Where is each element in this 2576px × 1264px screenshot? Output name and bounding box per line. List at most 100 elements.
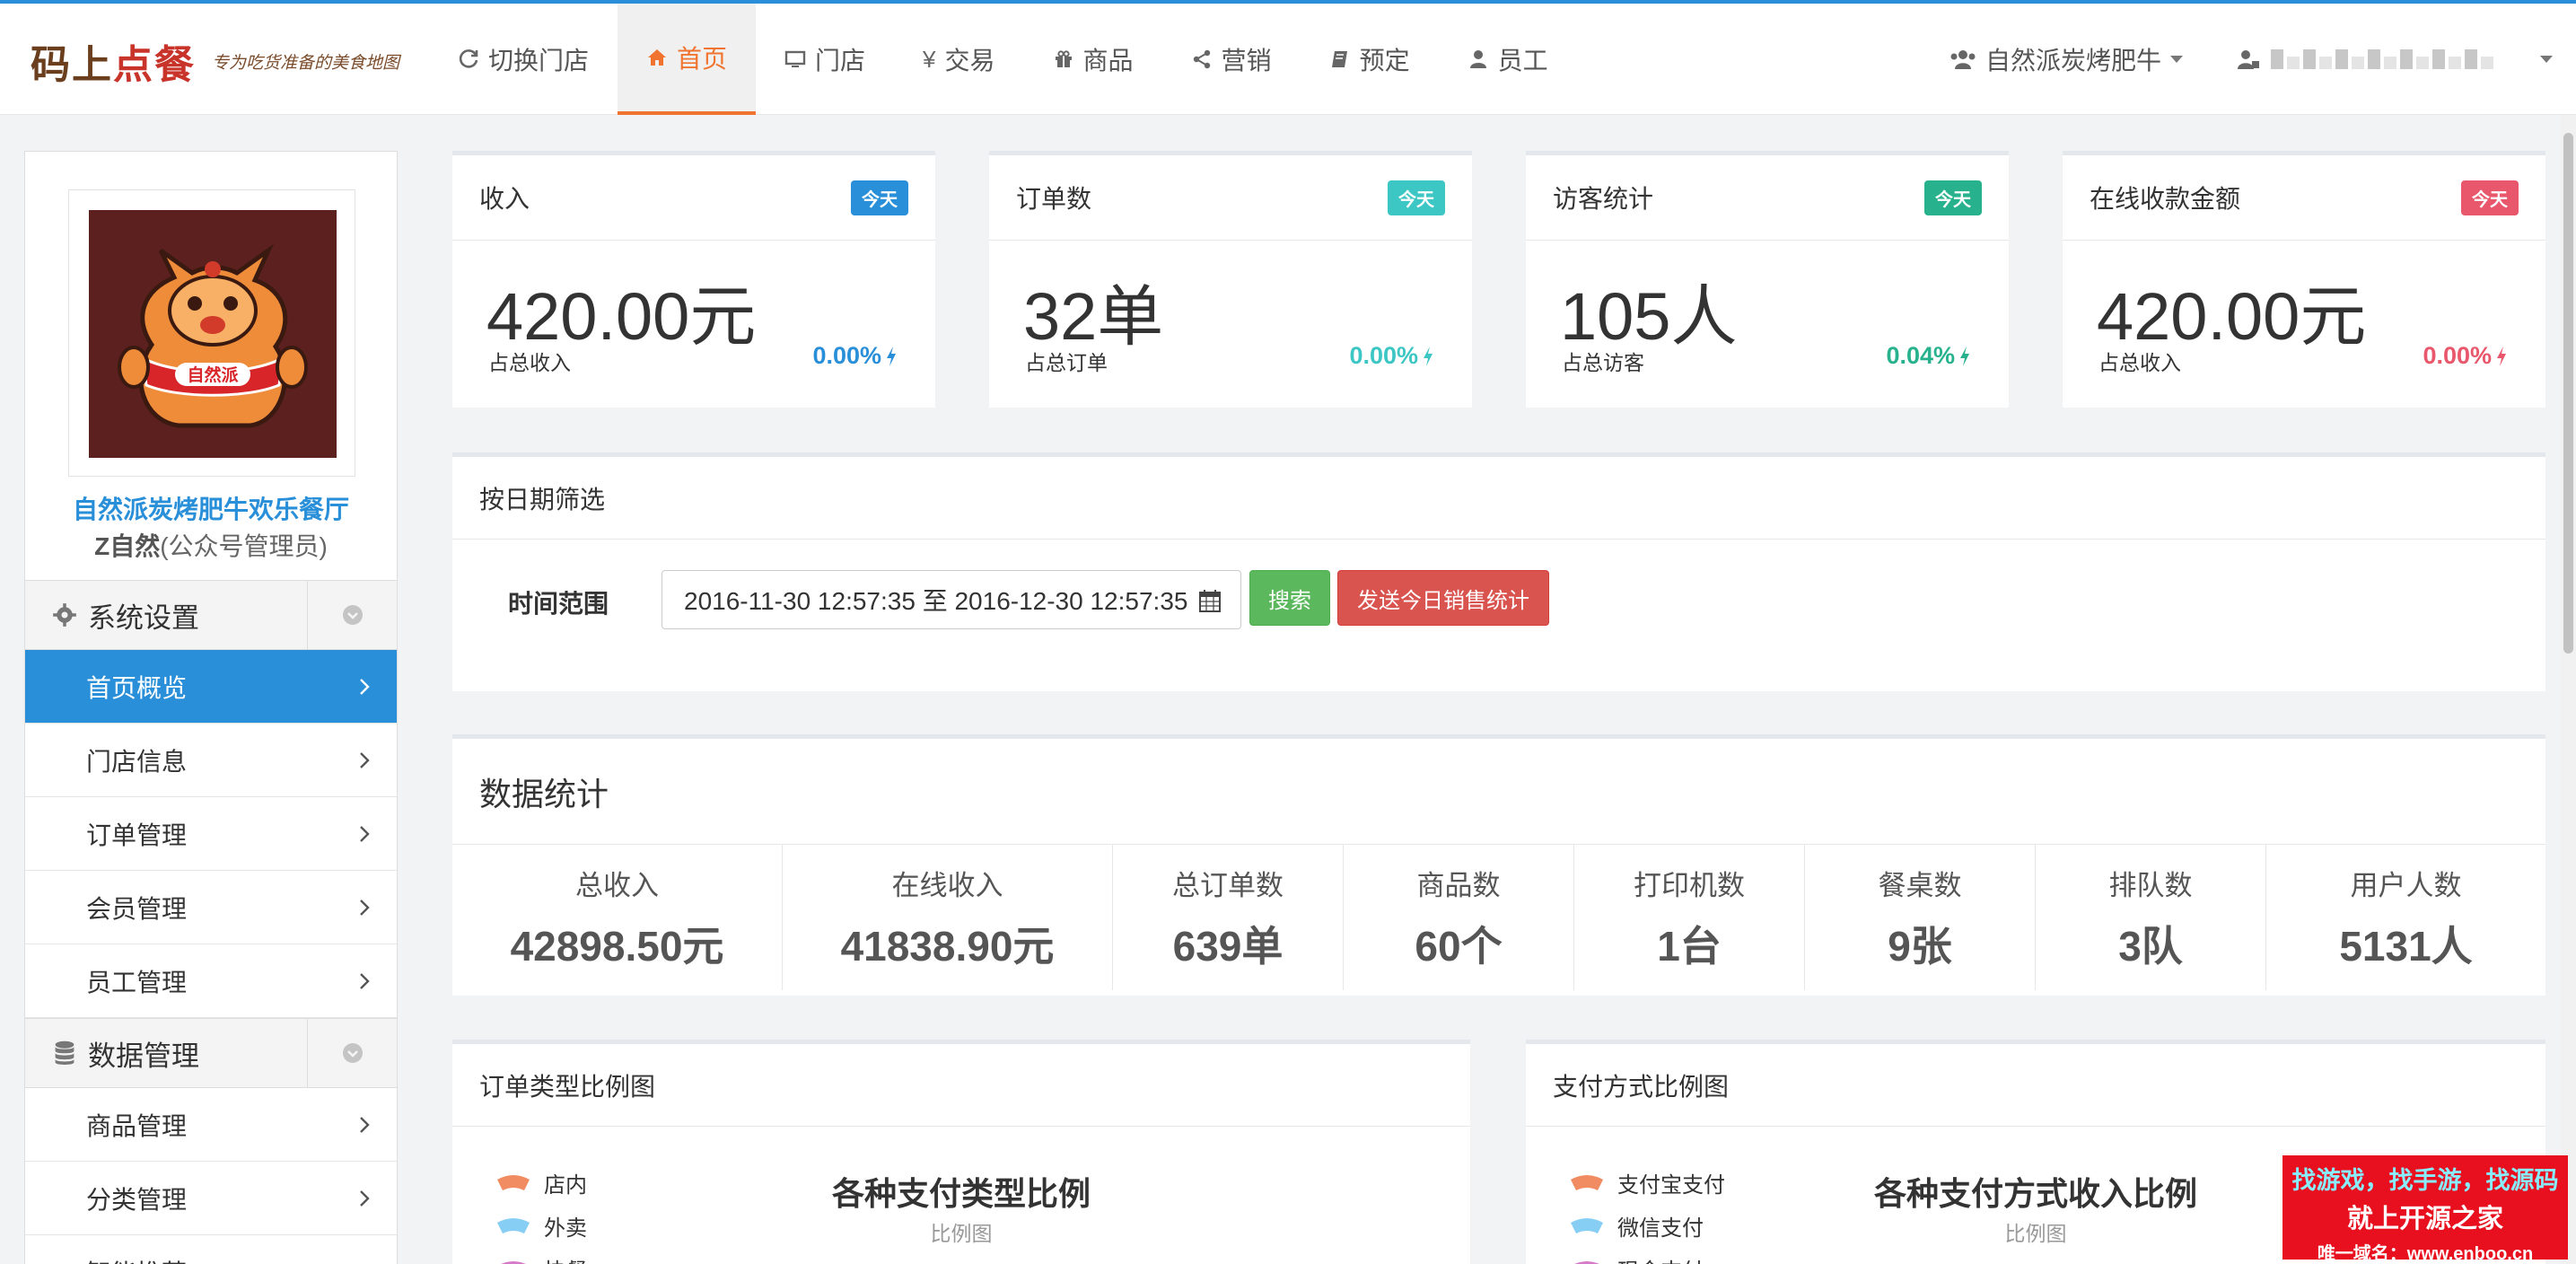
nav-home[interactable]: 首页: [618, 4, 757, 115]
top-navbar: 码上点餐 专为吃货准备的美食地图 切换门店 首页 门店 ¥ 交易 商品 营销 预…: [0, 0, 2576, 115]
card-header: 收入 今天: [452, 155, 935, 241]
scrollbar-thumb[interactable]: [2563, 133, 2573, 654]
collapse-toggle[interactable]: [307, 580, 397, 650]
stat-value: 60个: [1415, 923, 1503, 970]
stat-value: 5131人: [2339, 923, 2473, 970]
nav-switch-store[interactable]: 切换门店: [429, 4, 618, 115]
legend-swatch: [501, 1261, 526, 1264]
sidebar-group-system[interactable]: 系统设置: [25, 580, 397, 650]
sidebar-item-label: 商品管理: [86, 1111, 188, 1140]
watermark-line-3: 唯一域名：www.enboo.cn: [2317, 1244, 2534, 1264]
caret-down-icon: [2170, 56, 2183, 63]
sidebar-item-label: 首页概览: [86, 673, 188, 702]
legend-swatch: [1574, 1261, 1599, 1264]
shop-dropdown[interactable]: 自然派炭烤肥牛: [1950, 41, 2183, 77]
stat-label: 餐桌数: [1878, 870, 1962, 901]
role-desc: (公众号管理员): [160, 532, 328, 560]
brand-logo[interactable]: 码上点餐 专为吃货准备的美食地图: [31, 34, 399, 88]
page-scrollbar[interactable]: [2561, 115, 2576, 1264]
sidebar-item-smart-recommend[interactable]: 智能推荐: [25, 1235, 397, 1264]
chevron-right-icon: [360, 900, 370, 916]
stat-online-income: 在线收入 41838.90元: [783, 845, 1113, 990]
chart-title: 各种支付类型比例: [831, 1175, 1091, 1212]
bolt-icon: [2497, 346, 2506, 366]
sidebar-item-store-info[interactable]: 门店信息: [25, 724, 397, 797]
stat-value: 639单: [1172, 923, 1284, 970]
stat-value: 9张: [1888, 923, 1952, 970]
nav-marketing[interactable]: 营销: [1162, 4, 1301, 115]
stat-label: 排队数: [2108, 870, 2193, 901]
sidebar-item-home-overview[interactable]: 首页概览: [25, 650, 397, 724]
user-dropdown[interactable]: [2237, 48, 2553, 70]
panel-title: 订单类型比例图: [452, 1044, 1470, 1127]
data-stats-panel: 数据统计 总收入 42898.50元 在线收入 41838.90元 总订单数 6…: [452, 734, 2545, 996]
chevron-right-icon: [360, 826, 370, 842]
sidebar-item-goods[interactable]: 商品管理: [25, 1088, 397, 1162]
stat-label: 在线收入: [891, 870, 1003, 901]
card-subtitle: 占总收入: [2098, 351, 2181, 374]
card-header: 在线收款金额 今天: [2063, 155, 2545, 241]
nav-trade[interactable]: ¥ 交易: [894, 4, 1023, 115]
sidebar-item-staff[interactable]: 员工管理: [25, 944, 397, 1018]
legend-item[interactable]: 快餐: [495, 1247, 587, 1264]
card-subtitle: 占总订单: [1025, 351, 1108, 374]
nav-store[interactable]: 门店: [756, 4, 894, 115]
nav-reservation[interactable]: 预定: [1301, 4, 1439, 115]
shop-name[interactable]: 自然派炭烤肥牛欢乐餐厅: [25, 490, 397, 526]
stat-value: 42898.50元: [510, 923, 724, 970]
stat-label: 总收入: [575, 870, 659, 901]
sidebar-item-label: 员工管理: [86, 968, 188, 996]
sidebar-group-data[interactable]: 数据管理: [25, 1018, 397, 1088]
gear-icon: [53, 603, 76, 627]
stat-value: 41838.90元: [840, 923, 1055, 970]
today-badge: 今天: [1924, 180, 1982, 215]
send-daily-stats-button[interactable]: 发送今日销售统计: [1337, 570, 1549, 626]
card-percent: 0.00%: [812, 342, 898, 370]
card-orders: 订单数 今天 32单 占总订单 0.00%: [989, 151, 1472, 408]
panel-title: 支付方式比例图: [1526, 1044, 2545, 1127]
sidebar-item-members[interactable]: 会员管理: [25, 871, 397, 944]
chevron-right-icon: [360, 752, 370, 768]
nav-staff[interactable]: 员工: [1439, 4, 1577, 115]
bolt-icon: [1960, 346, 1969, 366]
today-badge: 今天: [1388, 180, 1445, 215]
date-range-input[interactable]: 2016-11-30 12:57:35 至 2016-12-30 12:57:3…: [662, 570, 1241, 629]
stat-label: 总订单数: [1172, 870, 1284, 901]
card-title: 订单数: [1016, 185, 1092, 213]
sidebar-item-orders[interactable]: 订单管理: [25, 797, 397, 871]
sidebar: 自然派 自然派炭烤肥牛欢乐餐厅 Z自然(公众号管理员) 系统设置 首页概览 门店…: [24, 151, 398, 1264]
nav-label: 预定: [1359, 47, 1410, 75]
watermark-line-2: 就上开源之家: [2346, 1205, 2503, 1233]
bolt-icon: [1424, 346, 1433, 366]
card-percent: 0.04%: [1886, 342, 1971, 370]
logo-mark: 码上点餐: [31, 42, 196, 88]
sidebar-item-label: 门店信息: [86, 747, 188, 776]
chevron-right-icon: [360, 1117, 370, 1133]
redacted-username: [2271, 49, 2493, 69]
panel-title: 数据统计: [452, 739, 2545, 845]
stat-label: 用户人数: [2350, 870, 2462, 901]
stat-printer-count: 打印机数 1台: [1574, 845, 1805, 990]
role-name: Z自然: [94, 532, 161, 560]
nav-label: 首页: [677, 45, 728, 73]
card-title: 在线收款金额: [2090, 185, 2241, 213]
card-value: 105人: [1560, 279, 1738, 354]
nav-label: 门店: [815, 47, 866, 75]
nav-label: 交易: [944, 47, 995, 75]
legend-item[interactable]: 现金支付: [1569, 1247, 1725, 1264]
sidebar-item-categories[interactable]: 分类管理: [25, 1162, 397, 1235]
nav-goods[interactable]: 商品: [1024, 4, 1162, 115]
stat-user-count: 用户人数 5131人: [2266, 845, 2545, 990]
collapse-toggle[interactable]: [307, 1018, 397, 1088]
stat-label: 商品数: [1416, 870, 1501, 901]
user-icon: [1469, 50, 1486, 68]
site-watermark: 找游戏，找手游，找源码 就上开源之家 唯一域名：www.enboo.cn: [2282, 1155, 2568, 1264]
date-range-value: 2016-11-30 12:57:35 至 2016-12-30 12:57:3…: [684, 587, 1188, 615]
database-icon: [55, 1040, 74, 1065]
today-badge: 今天: [2461, 180, 2519, 215]
chevron-right-icon: [360, 679, 370, 695]
search-button[interactable]: 搜索: [1249, 570, 1330, 626]
card-header: 访客统计 今天: [1526, 155, 2009, 241]
card-value: 420.00元: [2097, 279, 2367, 354]
card-title: 收入: [479, 185, 530, 213]
